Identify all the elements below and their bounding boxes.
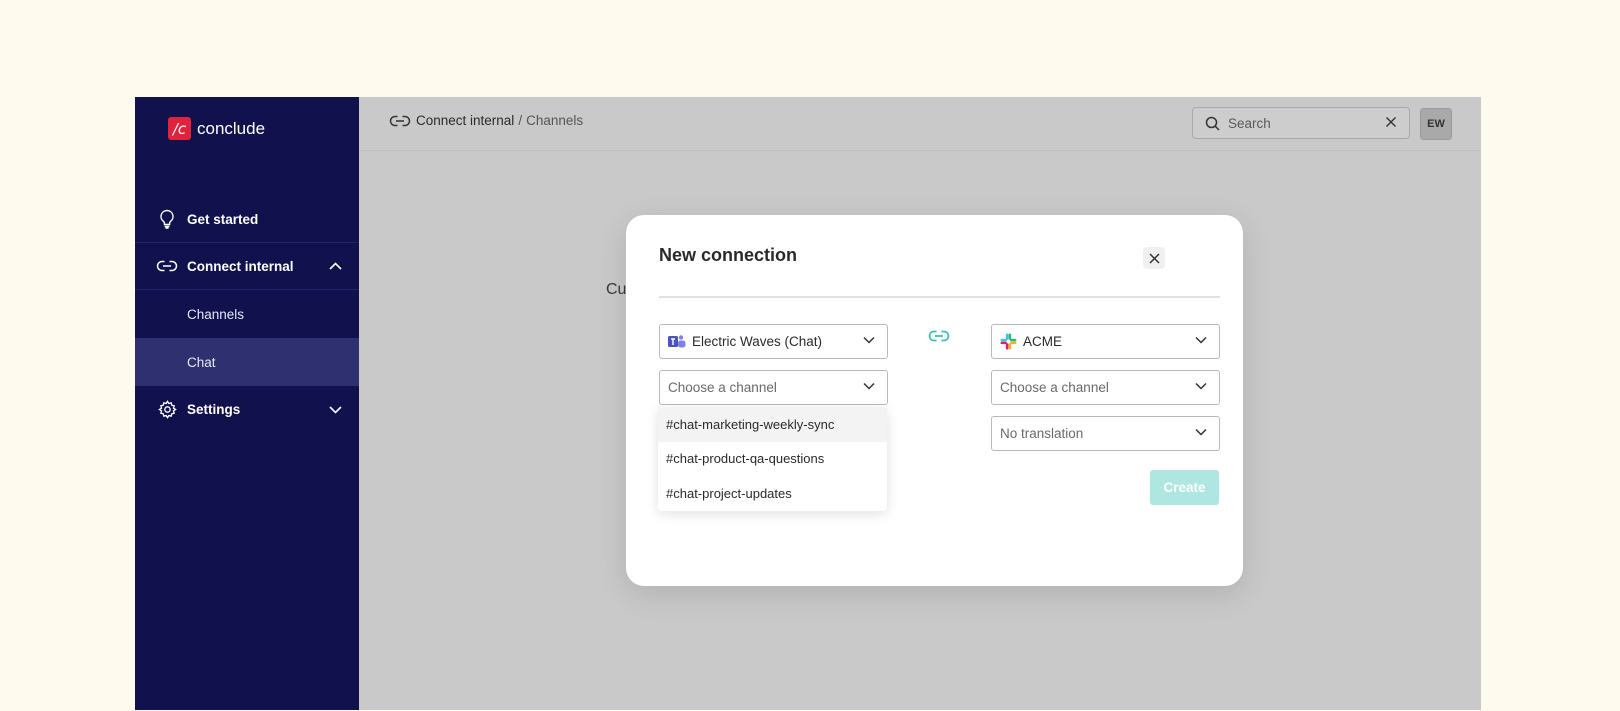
dropdown-option[interactable]: #chat-marketing-weekly-sync: [658, 407, 887, 442]
sidebar-item-get-started[interactable]: Get started: [135, 196, 359, 243]
chevron-down-icon: [863, 382, 875, 390]
link-icon: [928, 329, 950, 343]
chevron-down-icon: [1195, 428, 1207, 436]
right-channel-placeholder: Choose a channel: [1000, 380, 1109, 395]
topbar: Connect internal / Channels EW: [359, 97, 1481, 151]
slack-icon: [1000, 333, 1017, 350]
close-button[interactable]: [1143, 247, 1165, 269]
right-workspace-value: ACME: [1023, 334, 1063, 349]
clear-search-icon[interactable]: [1385, 116, 1397, 128]
brand-name: conclude: [197, 118, 266, 138]
sidebar-nav: Get started Connect internal Channels Ch…: [135, 196, 359, 433]
right-channel-select[interactable]: Choose a channel: [991, 370, 1220, 405]
chevron-down-icon: [1195, 382, 1207, 390]
sidebar: /c conclude Get started Connect internal…: [135, 97, 359, 710]
left-workspace-value: Electric Waves (Chat): [692, 334, 823, 349]
sidebar-item-settings[interactable]: Settings: [135, 386, 359, 433]
lightbulb-icon: [156, 208, 178, 230]
chevron-down-icon: [863, 336, 875, 344]
sidebar-item-label: Get started: [187, 211, 259, 227]
link-icon: [156, 255, 178, 277]
right-workspace-select[interactable]: ACME: [991, 324, 1220, 359]
chevron-down-icon: [1195, 336, 1207, 344]
breadcrumb: Connect internal / Channels: [389, 113, 583, 128]
teams-icon: [668, 334, 686, 350]
new-connection-modal: New connection Electric Waves (Chat) Cho…: [626, 215, 1243, 586]
chevron-up-icon[interactable]: [329, 259, 343, 273]
sidebar-item-channels[interactable]: Channels: [135, 290, 359, 338]
brand-logo[interactable]: /c conclude: [168, 117, 265, 140]
channel-dropdown: #chat-marketing-weekly-sync #chat-produc…: [658, 407, 887, 511]
gear-icon: [156, 399, 178, 421]
translation-select[interactable]: No translation: [991, 416, 1220, 451]
breadcrumb-parent[interactable]: Connect internal: [416, 113, 514, 128]
create-button[interactable]: Create: [1150, 470, 1219, 505]
left-channel-placeholder: Choose a channel: [668, 380, 777, 395]
left-workspace-select[interactable]: Electric Waves (Chat): [659, 324, 888, 359]
sidebar-item-chat[interactable]: Chat: [135, 338, 359, 386]
dropdown-option[interactable]: #chat-product-qa-questions: [658, 442, 887, 477]
translation-value: No translation: [1000, 426, 1084, 441]
modal-divider: [659, 296, 1220, 298]
avatar[interactable]: EW: [1420, 108, 1452, 140]
search-box[interactable]: [1192, 107, 1410, 139]
sidebar-item-label: Connect internal: [187, 258, 294, 274]
dropdown-option[interactable]: #chat-project-updates: [658, 476, 887, 511]
search-icon: [1205, 116, 1220, 131]
breadcrumb-separator: /: [518, 113, 523, 128]
sidebar-item-connect-internal[interactable]: Connect internal: [135, 243, 359, 290]
breadcrumb-current: Channels: [526, 113, 584, 128]
left-channel-select[interactable]: Choose a channel: [659, 370, 888, 405]
sidebar-item-label: Settings: [187, 402, 241, 417]
modal-title: New connection: [659, 245, 798, 265]
chevron-down-icon[interactable]: [329, 403, 343, 417]
link-icon: [389, 114, 411, 128]
close-icon: [1148, 252, 1160, 264]
search-input[interactable]: [1228, 115, 1368, 131]
conclude-logo-icon: /c: [168, 117, 191, 140]
